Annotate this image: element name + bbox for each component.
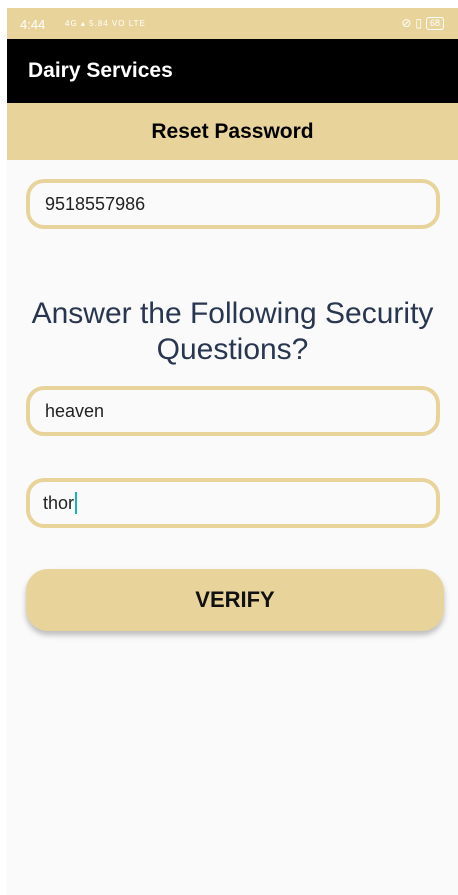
app-title: Dairy Services bbox=[28, 59, 173, 82]
phone-number-input[interactable] bbox=[43, 192, 407, 216]
reset-password-header: Reset Password bbox=[7, 103, 458, 160]
security-questions-heading: Answer the Following Security Questions? bbox=[31, 297, 434, 366]
text-cursor bbox=[75, 492, 78, 514]
verify-button[interactable]: VERIFY bbox=[26, 569, 444, 631]
vibrate-off-icon: ⊘ bbox=[401, 16, 412, 30]
status-time: 4:44 bbox=[20, 17, 46, 32]
vibrate-icon: ▯ bbox=[415, 16, 422, 30]
security-answer-1-input[interactable] bbox=[43, 399, 407, 423]
security-answer-2-field[interactable]: thor bbox=[26, 478, 440, 528]
security-answer-2-input[interactable]: thor bbox=[43, 492, 78, 514]
phone-screen: 4:44 4G ▴ 5.84 VO LTE ⊘ ▯ 68 Dairy Servi… bbox=[7, 8, 458, 895]
page-title: Reset Password bbox=[151, 119, 314, 143]
status-bar: 4:44 4G ▴ 5.84 VO LTE ⊘ ▯ 68 bbox=[7, 8, 458, 39]
phone-number-field[interactable] bbox=[26, 179, 440, 229]
battery-icon: 68 bbox=[425, 16, 444, 30]
security-answer-1-field[interactable] bbox=[26, 386, 440, 436]
security-answer-2-text: thor bbox=[43, 492, 75, 513]
app-bar: Dairy Services bbox=[7, 39, 458, 103]
network-indicator: 4G ▴ 5.84 VO LTE bbox=[65, 19, 146, 28]
status-icons: ⊘ ▯ 68 bbox=[401, 16, 444, 30]
